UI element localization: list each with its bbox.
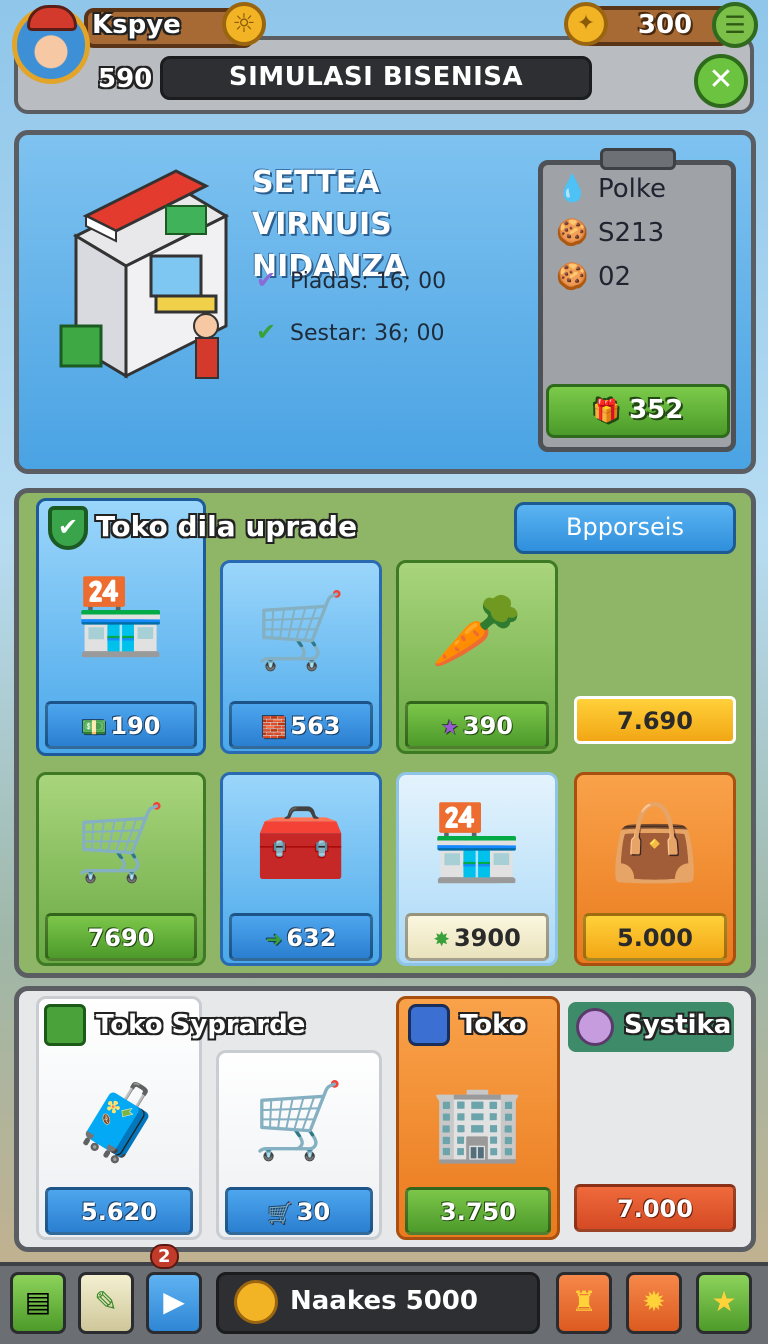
price-button[interactable]: 🧱 563 <box>229 701 373 749</box>
price-button[interactable]: ✸ 3900 <box>405 913 549 961</box>
upgrade-title: Toko dila uprade <box>96 510 358 543</box>
shop-card-2[interactable]: 🛒 🛒 30 <box>216 1050 382 1240</box>
sun-icon[interactable]: ☼ <box>222 2 266 46</box>
shop-building-image <box>59 169 230 379</box>
arrow-icon: ➜ <box>265 927 283 951</box>
price-button[interactable]: ➜ 632 <box>229 913 373 961</box>
upgrade-card-3[interactable]: 🥕 ★ 390 <box>396 560 558 754</box>
avatar-icon <box>576 1008 614 1046</box>
coin-count: 300 <box>637 10 693 40</box>
crate-icon <box>44 1004 86 1046</box>
shop-crate-image: 🏪 <box>74 573 168 660</box>
price-button[interactable]: 7.000 <box>574 1184 736 1232</box>
price-button[interactable]: 5.000 <box>583 913 727 961</box>
price-button[interactable]: 7690 <box>45 913 197 961</box>
merchant-cart-image: 🛒 <box>252 1077 346 1164</box>
badge-icon[interactable]: ✹ <box>626 1272 682 1334</box>
tab-toko-syprarde[interactable]: Toko Syprarde <box>96 1010 305 1040</box>
upgrade-card-8[interactable]: 👜 5.000 <box>574 772 736 966</box>
tab-systika[interactable]: Systika <box>624 1010 731 1040</box>
trophy-icon[interactable]: ♜ <box>556 1272 612 1334</box>
shopping-cart-image: 🛒 <box>254 587 348 674</box>
price-label: 632 <box>286 924 337 952</box>
star-icon: ★ <box>440 715 459 739</box>
upgrade-card-2[interactable]: 🛒 🧱 563 <box>220 560 382 754</box>
check-icon: ✔ <box>256 318 277 346</box>
cart-icon: 🛒 <box>267 1201 293 1225</box>
coin-icon: ✦ <box>564 2 608 46</box>
produce-cart-image: 🥕 <box>430 587 524 674</box>
price-button[interactable]: 3.750 <box>405 1187 551 1235</box>
cap-icon <box>27 5 77 31</box>
close-button[interactable]: ✕ <box>694 54 748 108</box>
stat-row-2: ✔ Sestar: 36; 00 <box>256 318 445 346</box>
stat-text-2: Sestar: 36; 00 <box>290 321 445 346</box>
market-stall-image: 🏪 <box>430 799 524 886</box>
building-image: 🏢 <box>431 1079 525 1166</box>
tab-toko[interactable]: Toko <box>460 1010 527 1040</box>
price-label: 390 <box>462 712 514 740</box>
handbag-image: 👜 <box>608 799 702 886</box>
price-label: 190 <box>110 712 161 740</box>
upgrade-card-7[interactable]: 🏪 ✸ 3900 <box>396 772 558 966</box>
bpporseis-button[interactable]: Bpporseis <box>514 502 736 554</box>
star-icon[interactable]: ★ <box>696 1272 752 1334</box>
person-icon <box>408 1004 450 1046</box>
price-label: 3900 <box>453 924 521 952</box>
player-avatar[interactable] <box>12 5 90 84</box>
resource-row-1: 🍪 S213 <box>556 218 664 248</box>
coin-stack-icon <box>234 1280 278 1324</box>
resource-row-label: 💧 Polke <box>556 174 666 204</box>
price-button[interactable]: ★ 390 <box>405 701 549 749</box>
resource-row-2: 🍪 02 <box>556 262 631 292</box>
play-icon[interactable]: ▶ <box>146 1272 202 1334</box>
stat-text-1: Piadas: 16; 00 <box>290 269 447 294</box>
price-button[interactable]: 💵 190 <box>45 701 197 749</box>
page-title: SIMULASI BISENISA <box>228 62 524 92</box>
basket-cart-image: 🛒 <box>74 799 168 886</box>
price-label: 563 <box>290 712 341 740</box>
resource-label: Polke <box>598 174 667 204</box>
shield-icon: ✔ <box>48 506 88 550</box>
upgrade-card-5[interactable]: 🛒 7690 <box>36 772 206 966</box>
price-button[interactable]: 🛒 30 <box>225 1187 373 1235</box>
player-name: Kspye <box>92 10 181 40</box>
collect-button[interactable]: 🎁 352 <box>546 384 730 438</box>
cookie-icon: 🍪 <box>556 262 589 292</box>
resource-value-2: 02 <box>598 262 632 292</box>
coin-bar-label: Naakes 5000 <box>290 1286 478 1316</box>
upgrade-card-6[interactable]: 🧰 ➜ 632 <box>220 772 382 966</box>
resource-panel-tab <box>600 148 676 170</box>
price-button[interactable]: 7.690 <box>574 696 736 744</box>
toolbox-image: 🧰 <box>254 799 348 886</box>
player-level: 590 <box>98 64 153 94</box>
water-drop-icon: 💧 <box>556 174 589 204</box>
gift-icon: 🎁 <box>592 399 621 424</box>
stat-row-1: ✔ Piadas: 16; 00 <box>256 266 446 294</box>
bricks-icon: 🧱 <box>261 715 287 739</box>
price-button[interactable]: 5.620 <box>45 1187 193 1235</box>
gem-icon: ✸ <box>433 927 450 951</box>
stack-icon[interactable]: ▤ <box>10 1272 66 1334</box>
card-icon[interactable]: ✎ <box>78 1272 134 1334</box>
resource-value-1: S213 <box>598 218 665 248</box>
cash-icon: 💵 <box>81 715 107 739</box>
price-label: 30 <box>296 1198 331 1226</box>
cookie-icon: 🍪 <box>556 218 589 248</box>
collect-button-label: 352 <box>629 395 684 425</box>
check-icon: ✔ <box>256 266 277 294</box>
menu-icon[interactable]: ☰ <box>712 2 758 48</box>
notification-badge: 2 <box>150 1244 179 1269</box>
suitcase-image: 🧳 <box>72 1079 166 1166</box>
